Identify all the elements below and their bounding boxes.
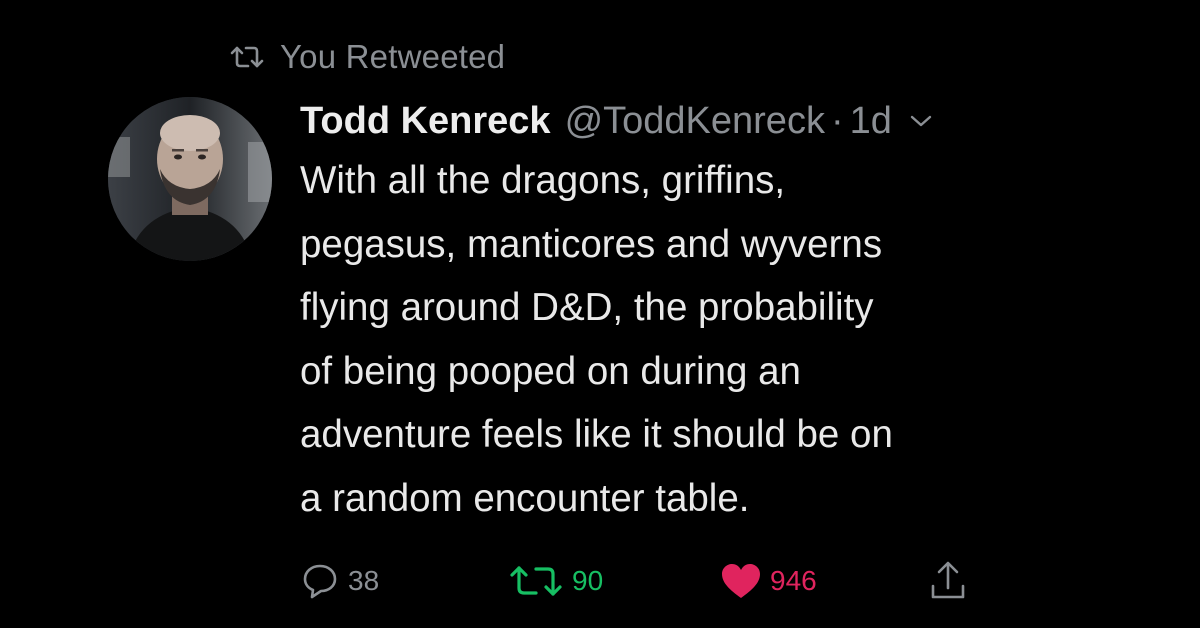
like-count: 946 bbox=[770, 565, 817, 596]
tweet-text-line: of being pooped on during an bbox=[300, 349, 801, 393]
tweet-text-line: a random encounter table. bbox=[300, 476, 750, 520]
tweet[interactable]: Todd Kenreck @ToddKenreck · 1d With all … bbox=[300, 95, 1120, 530]
tweet-text: With all the dragons, griffins, pegasus,… bbox=[300, 149, 1120, 530]
retweet-icon bbox=[508, 564, 564, 598]
retweet-count: 90 bbox=[572, 565, 604, 596]
tweet-header: Todd Kenreck @ToddKenreck · 1d bbox=[300, 95, 1120, 147]
header-separator: · bbox=[830, 100, 844, 142]
share-button[interactable] bbox=[928, 558, 968, 604]
tweet-text-line: adventure feels like it should be on bbox=[300, 413, 893, 456]
reply-count: 38 bbox=[348, 565, 380, 596]
share-icon bbox=[928, 560, 968, 602]
author-handle[interactable]: @ToddKenreck bbox=[565, 95, 825, 147]
author-avatar[interactable] bbox=[108, 97, 272, 261]
reply-icon bbox=[300, 561, 340, 601]
retweet-context-label: You Retweeted bbox=[280, 38, 506, 75]
heart-icon bbox=[720, 562, 762, 600]
like-button[interactable]: 946 bbox=[720, 558, 817, 604]
chevron-down-icon[interactable] bbox=[910, 114, 932, 128]
tweet-text-line: With all the dragons, griffins, bbox=[300, 159, 786, 202]
retweet-button[interactable]: 90 bbox=[508, 558, 603, 604]
retweet-icon bbox=[228, 44, 266, 70]
tweet-timestamp[interactable]: 1d bbox=[850, 95, 892, 147]
tweet-text-line: flying around D&D, the probability bbox=[300, 286, 874, 329]
tweet-actions: 38 90 946 bbox=[300, 558, 1000, 604]
tweet-text-line: pegasus, manticores and wyverns bbox=[300, 222, 883, 266]
reply-button[interactable]: 38 bbox=[300, 558, 379, 604]
retweet-context: You Retweeted bbox=[228, 38, 505, 76]
author-name[interactable]: Todd Kenreck bbox=[300, 95, 551, 147]
